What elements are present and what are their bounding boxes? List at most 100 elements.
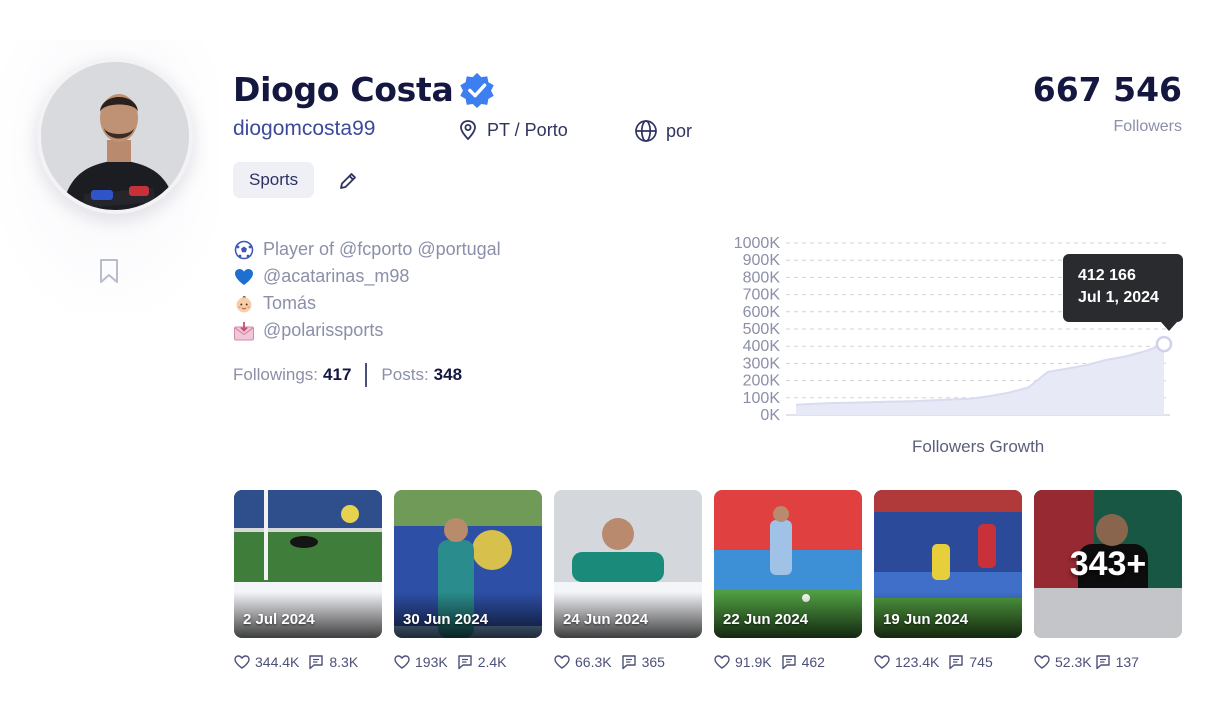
comment-icon bbox=[949, 655, 964, 670]
language-text: por bbox=[666, 120, 693, 141]
series-area bbox=[796, 344, 1164, 415]
y-tick-label: 0K bbox=[760, 407, 780, 422]
stats-divider bbox=[365, 363, 368, 387]
heart-icon bbox=[394, 655, 410, 669]
comments-metric: 137 bbox=[1095, 651, 1139, 673]
globe-icon bbox=[635, 120, 657, 142]
comment-icon bbox=[781, 655, 796, 670]
comments-count: 462 bbox=[801, 654, 825, 670]
post-thumbnail[interactable]: 30 Jun 2024 bbox=[394, 490, 542, 638]
bio-text: Player of @fcporto @portugal bbox=[263, 239, 501, 259]
likes-metric: 91.9K bbox=[714, 651, 772, 673]
profile-name: Diogo Costa bbox=[233, 70, 454, 109]
bookmark-icon[interactable] bbox=[98, 258, 120, 284]
chart-title: Followers Growth bbox=[912, 437, 1045, 456]
profile-handle[interactable]: diogomcosta99 bbox=[233, 117, 375, 141]
likes-count: 52.3K bbox=[1055, 654, 1092, 670]
followers-label: Followers bbox=[1113, 118, 1182, 135]
followings-label: Followings: bbox=[233, 365, 319, 384]
heart-icon bbox=[1034, 655, 1050, 669]
comment-icon bbox=[1095, 655, 1110, 670]
post-thumbnail[interactable]: 19 Jun 2024 bbox=[874, 490, 1022, 638]
post-metrics: 193K 2.4K bbox=[394, 651, 546, 673]
post-thumbnail[interactable]: 22 Jun 2024 bbox=[714, 490, 862, 638]
location: PT / Porto bbox=[457, 119, 568, 141]
post-metrics: 344.4K 8.3K bbox=[234, 651, 386, 673]
comments-count: 745 bbox=[969, 654, 993, 670]
y-tick-label: 600K bbox=[743, 304, 781, 321]
likes-count: 193K bbox=[415, 654, 448, 670]
baby-icon bbox=[233, 293, 255, 315]
y-tick-label: 100K bbox=[743, 390, 781, 407]
edit-pencil-icon[interactable] bbox=[337, 170, 359, 192]
likes-count: 123.4K bbox=[895, 654, 940, 670]
bio: Player of @fcporto @portugal @acatarinas… bbox=[233, 236, 501, 344]
post-thumbnail[interactable]: 2 Jul 2024 bbox=[234, 490, 382, 638]
posts-count: 348 bbox=[433, 365, 463, 384]
comments-metric: 745 bbox=[948, 651, 993, 673]
comments-count: 365 bbox=[641, 654, 665, 670]
likes-count: 91.9K bbox=[735, 654, 772, 670]
post-metrics: 52.3K 137 bbox=[1034, 651, 1186, 673]
followers-count: 667 546 bbox=[1032, 70, 1182, 109]
bio-line: Player of @fcporto @portugal bbox=[233, 236, 501, 263]
more-posts-thumbnail[interactable]: 343+ bbox=[1034, 490, 1182, 638]
bio-line: @polarissports bbox=[233, 317, 501, 344]
likes-metric: 123.4K bbox=[874, 651, 939, 673]
comment-icon bbox=[621, 655, 636, 670]
avatar-photo bbox=[41, 62, 189, 210]
comments-metric: 365 bbox=[621, 651, 665, 673]
likes-metric: 66.3K bbox=[554, 651, 612, 673]
language: por bbox=[634, 119, 692, 143]
likes-metric: 193K bbox=[394, 651, 448, 673]
y-tick-label: 1000K bbox=[734, 235, 781, 252]
comments-metric: 462 bbox=[781, 651, 825, 673]
posts-label: Posts: bbox=[381, 365, 429, 384]
heart-icon bbox=[714, 655, 730, 669]
likes-count: 66.3K bbox=[575, 654, 612, 670]
likes-metric: 52.3K bbox=[1034, 651, 1092, 673]
tooltip-value: 412 166 bbox=[1078, 267, 1136, 284]
heart-icon bbox=[234, 655, 250, 669]
more-posts-count: 343+ bbox=[1069, 545, 1147, 583]
bio-text: @acatarinas_m98 bbox=[263, 266, 410, 286]
chart-tooltip: 412 166 Jul 1, 2024 bbox=[1063, 254, 1183, 331]
y-tick-label: 200K bbox=[743, 373, 781, 390]
comment-icon bbox=[309, 655, 324, 670]
location-text: PT / Porto bbox=[487, 119, 568, 140]
y-tick-label: 400K bbox=[743, 338, 781, 355]
post-date: 19 Jun 2024 bbox=[883, 611, 969, 628]
tooltip-date: Jul 1, 2024 bbox=[1078, 289, 1159, 306]
bio-text: Tomás bbox=[263, 293, 317, 313]
avatar[interactable] bbox=[37, 58, 193, 214]
bio-line: Tomás bbox=[233, 290, 501, 317]
likes-count: 344.4K bbox=[255, 654, 300, 670]
post-thumbnail[interactable]: 24 Jun 2024 bbox=[554, 490, 702, 638]
location-pin-icon bbox=[460, 120, 476, 141]
soccer-ball-icon bbox=[233, 239, 255, 261]
post-metrics: 123.4K 745 bbox=[874, 651, 1026, 673]
post-date: 30 Jun 2024 bbox=[403, 611, 489, 628]
heart-icon bbox=[554, 655, 570, 669]
comments-count: 2.4K bbox=[477, 654, 507, 670]
y-tick-label: 700K bbox=[743, 287, 781, 304]
comments-metric: 2.4K bbox=[457, 651, 507, 673]
comments-metric: 8.3K bbox=[308, 651, 358, 673]
comment-icon bbox=[458, 655, 472, 670]
post-date: 2 Jul 2024 bbox=[243, 611, 315, 628]
post-metrics: 91.9K 462 bbox=[714, 651, 866, 673]
bio-text: @polarissports bbox=[263, 320, 384, 340]
post-date: 22 Jun 2024 bbox=[723, 611, 809, 628]
category-tag[interactable]: Sports bbox=[233, 162, 315, 198]
post-metrics: 66.3K 365 bbox=[554, 651, 706, 673]
comments-count: 8.3K bbox=[329, 654, 359, 670]
y-tick-label: 800K bbox=[743, 269, 781, 286]
blue-heart-icon bbox=[233, 266, 255, 288]
envelope-icon bbox=[233, 320, 255, 342]
post-date: 24 Jun 2024 bbox=[563, 611, 649, 628]
y-tick-label: 300K bbox=[743, 355, 781, 372]
y-tick-label: 500K bbox=[743, 321, 781, 338]
y-tick-label: 900K bbox=[743, 252, 781, 269]
profile-stats: Followings: 417 Posts: 348 bbox=[233, 363, 462, 387]
highlight-point bbox=[1155, 335, 1173, 353]
